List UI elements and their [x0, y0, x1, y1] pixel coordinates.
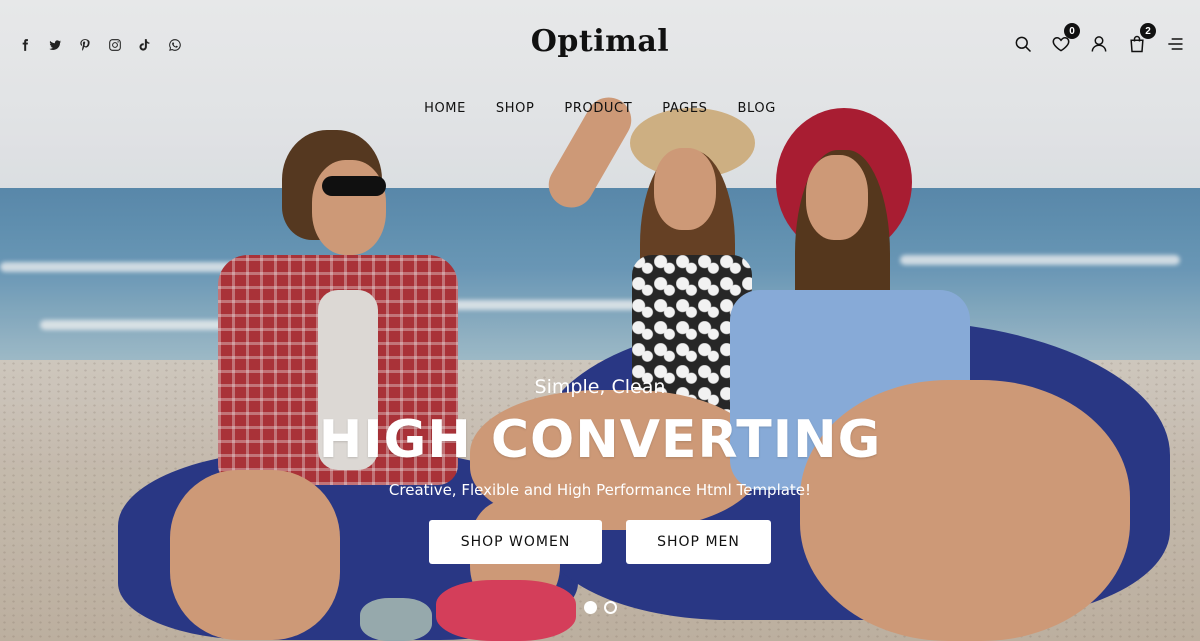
nav-item-shop[interactable]: SHOP: [496, 101, 535, 116]
user-icon: [1091, 36, 1107, 52]
menu-toggle-button[interactable]: [1164, 32, 1186, 56]
nav-item-blog[interactable]: BLOG: [738, 101, 776, 116]
slider-dot-1[interactable]: [583, 601, 597, 614]
slider-dot-2[interactable]: [603, 601, 617, 614]
hamburger-menu-icon: [1168, 38, 1183, 50]
nav-item-product[interactable]: PRODUCT: [564, 101, 632, 116]
slider-pagination: [0, 601, 1200, 614]
wishlist-button[interactable]: 0: [1050, 23, 1080, 56]
hero-headline: HIGH CONVERTING: [318, 410, 882, 470]
main-nav: HOME SHOP PRODUCT PAGES BLOG: [0, 101, 1200, 116]
wishlist-count-badge: 0: [1064, 23, 1080, 39]
cart-button[interactable]: 2: [1126, 23, 1156, 56]
hero-cta-group: SHOP WOMEN SHOP MEN: [0, 520, 1200, 564]
nav-item-home[interactable]: HOME: [424, 101, 466, 116]
hero-kicker: Simple, Clean: [534, 376, 666, 398]
search-icon: [1015, 36, 1032, 53]
search-button[interactable]: [1012, 32, 1034, 56]
shop-women-button[interactable]: SHOP WOMEN: [429, 520, 602, 564]
account-button[interactable]: [1088, 32, 1110, 56]
nav-item-pages[interactable]: PAGES: [662, 101, 707, 116]
hero-subline: Creative, Flexible and High Performance …: [388, 481, 812, 499]
header-tools: 0 2: [1012, 23, 1186, 56]
shop-men-button[interactable]: SHOP MEN: [626, 520, 771, 564]
cart-count-badge: 2: [1140, 23, 1156, 39]
